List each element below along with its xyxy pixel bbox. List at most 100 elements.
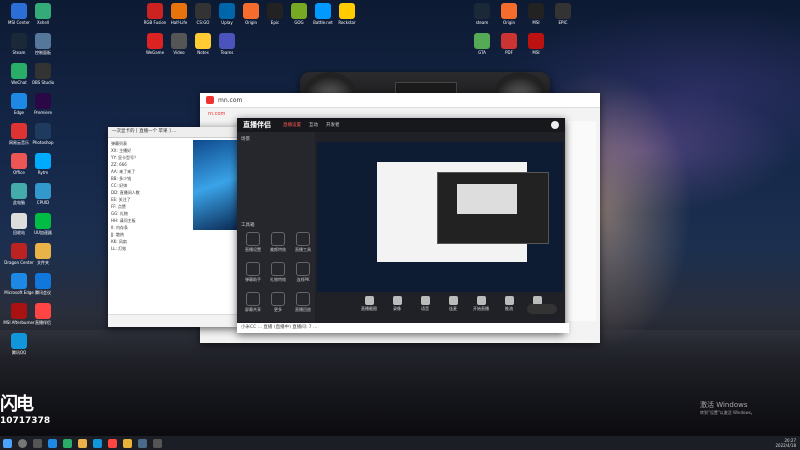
brand-logo: 闪电 [0, 394, 34, 415]
desktop-icon-image [11, 3, 27, 19]
desktop-icon-image [35, 63, 51, 79]
control-button[interactable]: 直播截图 [357, 296, 381, 312]
desktop-icon-label: Rytm [37, 170, 49, 175]
desktop-icon[interactable]: EPIC [546, 3, 580, 25]
control-icon [476, 296, 486, 305]
desktop-icon-image [528, 33, 544, 49]
desktop-icon-label: CPUID [36, 200, 50, 205]
desktop-icon[interactable]: 直播伴侣 [26, 303, 60, 325]
tool-button[interactable]: 直播工具 [291, 232, 315, 253]
desktop-icon-label: Xshell [36, 20, 50, 25]
avatar[interactable] [551, 121, 559, 129]
chat-window[interactable]: 一次显卡的 [ 直播一个 苹果 ] ... 弹幕列表 XX: 主播好 YY: 显卡型… [108, 127, 238, 327]
start-live-button[interactable] [527, 304, 557, 314]
tab-interaction[interactable]: 互动 [309, 122, 318, 128]
tool-label: 直播工具 [295, 247, 311, 252]
search-icon[interactable] [18, 438, 27, 448]
live-streaming-app[interactable]: 直播伴侣 直播设置 互动 开发者 场景 工具箱 直播设置 美颜特效 直播工具 弹幕助手… [237, 118, 569, 333]
chat-line: AA: 来了来了 [111, 169, 136, 174]
browser-right-panel [566, 121, 596, 321]
desktop-icon[interactable]: Photoshop [26, 123, 60, 145]
obs-icon[interactable] [153, 438, 162, 448]
taskbar: 20:27 2022/4/18 [0, 436, 800, 450]
desktop-icon-image [35, 183, 51, 199]
brand-number: 10717378 [0, 416, 51, 426]
browser-logo-icon [206, 96, 214, 104]
browser-tab[interactable]: rn.com [208, 111, 225, 117]
desktop-icon[interactable]: 腾讯会议 [26, 273, 60, 295]
tool-icon [271, 292, 285, 306]
tool-button[interactable]: 礼物特效 [266, 262, 290, 283]
desktop-icon[interactable]: 文件夹 [26, 243, 60, 265]
desktop-icon[interactable]: Xshell [26, 3, 60, 25]
desktop-icon-image [315, 3, 331, 19]
control-button[interactable]: 开始直播 [469, 296, 493, 312]
app-logo: 直播伴侣 [243, 121, 271, 129]
control-icon [448, 296, 458, 305]
clock-date[interactable]: 2022/4/18 [775, 443, 796, 448]
task-view-icon[interactable] [33, 438, 42, 448]
control-button[interactable]: 推流 [497, 296, 521, 312]
chat-line: ZZ: 666 [111, 162, 127, 167]
tool-button[interactable]: 直播回放 [291, 292, 315, 313]
desktop-icon[interactable]: Teams [210, 33, 244, 55]
control-label: 连麦 [449, 306, 457, 311]
obs-status-bar: 小米CC ... 直播 (直播中) 直播间: 7 ... [237, 323, 569, 333]
desktop-icon-label: OBS Studio [31, 80, 55, 85]
tool-label: 美颜特效 [270, 247, 286, 252]
chat-line: HH: 请问主板 [111, 218, 136, 223]
tool-button[interactable]: 屏幕共享 [241, 292, 265, 313]
control-label: 推流 [505, 306, 513, 311]
desktop-icon[interactable]: Rytm [26, 153, 60, 175]
folder-icon[interactable] [78, 438, 87, 448]
tab-live-settings[interactable]: 直播设置 [283, 122, 301, 128]
desktop-icon[interactable]: Rockstar [330, 3, 364, 25]
control-label: 开始直播 [473, 306, 489, 311]
control-icon [420, 296, 430, 305]
tool-button[interactable]: 直播设置 [241, 232, 265, 253]
edge-icon[interactable] [48, 438, 57, 448]
desktop-icon[interactable]: Premiere [26, 93, 60, 115]
desktop-icon-image [11, 303, 27, 319]
desktop-icon[interactable]: MSI [519, 33, 553, 55]
desktop-icon[interactable]: CPUID [26, 183, 60, 205]
chrome-icon[interactable] [123, 438, 132, 448]
chat-line: 弹幕列表 [111, 141, 127, 146]
tool-icon [271, 232, 285, 246]
tool-button[interactable]: 弹幕助手 [241, 262, 265, 283]
wechat-icon[interactable] [63, 438, 72, 448]
live-app-icon[interactable] [108, 438, 117, 448]
browser-url[interactable]: mn.com [218, 97, 242, 104]
scene-label: 场景 [241, 137, 250, 142]
desktop-icon-image [35, 123, 51, 139]
chat-line: YY: 显卡型号？ [111, 155, 138, 160]
desktop-icon-label: UU加速器 [34, 230, 52, 235]
control-label: 语音 [421, 306, 429, 311]
qq-icon[interactable] [93, 438, 102, 448]
tool-label: 屏幕共享 [245, 307, 261, 312]
desktop-icon[interactable]: 腾讯QQ [2, 333, 36, 355]
tool-label: 连线PK [296, 277, 310, 282]
desktop-icon-image [219, 33, 235, 49]
tool-button[interactable]: 更多 [266, 292, 290, 313]
control-button[interactable]: 录像 [385, 296, 409, 312]
desktop-icon-image [474, 3, 490, 19]
desktop-icon-image [147, 33, 163, 49]
desktop-icon[interactable]: 控制面板 [26, 33, 60, 55]
tool-label: 更多 [274, 307, 282, 312]
control-button[interactable]: 语音 [413, 296, 437, 312]
desktop-icon-image [11, 93, 27, 109]
control-button[interactable]: 连麦 [441, 296, 465, 312]
tool-button[interactable]: 连线PK [291, 262, 315, 283]
chat-line: XX: 主播好 [111, 148, 132, 153]
windows-start-icon[interactable] [3, 438, 12, 448]
desktop-icon-image [11, 243, 27, 259]
desktop-icon[interactable]: OBS Studio [26, 63, 60, 85]
tool-button[interactable]: 美颜特效 [266, 232, 290, 253]
desktop-icon-label: Premiere [34, 110, 52, 115]
tab-developer[interactable]: 开发者 [326, 122, 340, 128]
chat-line: LL: 灯效 [111, 246, 127, 251]
desktop-icon[interactable]: UU加速器 [26, 213, 60, 235]
steam-icon[interactable] [138, 438, 147, 448]
desktop-icon-label: 文件夹 [37, 260, 49, 265]
